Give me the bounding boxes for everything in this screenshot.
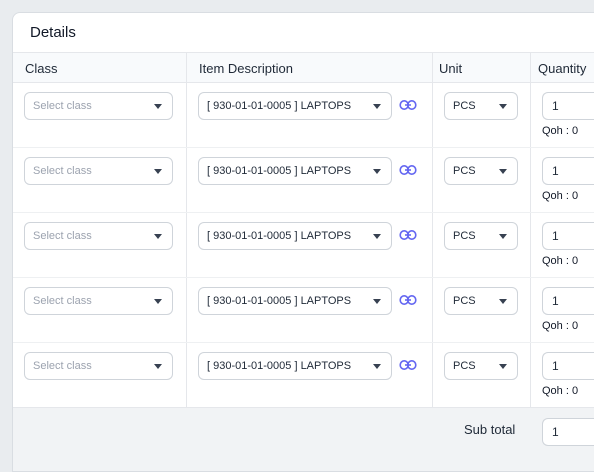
item-description-value: [ 930-01-01-0005 ] LAPTOPS: [207, 100, 352, 112]
class-select[interactable]: Select class: [24, 92, 173, 120]
caret-down-icon: [373, 233, 381, 239]
qoh-label: Qoh : 0: [542, 320, 579, 332]
quantity-value: 1: [552, 164, 559, 178]
unit-select[interactable]: PCS: [444, 352, 518, 380]
item-description-select[interactable]: [ 930-01-01-0005 ] LAPTOPS: [198, 352, 392, 380]
caret-down-icon: [154, 298, 162, 304]
class-select[interactable]: Select class: [24, 287, 173, 315]
quantity-input[interactable]: 1: [542, 287, 594, 315]
qoh-label: Qoh : 0: [542, 125, 579, 137]
class-select[interactable]: Select class: [24, 352, 173, 380]
table-row: Select class [ 930-01-01-0005 ] LAPTOPS PC…: [13, 343, 594, 408]
caret-down-icon: [154, 168, 162, 174]
caret-down-icon: [499, 233, 507, 239]
unit-select[interactable]: PCS: [444, 222, 518, 250]
caret-down-icon: [499, 363, 507, 369]
caret-down-icon: [373, 298, 381, 304]
item-description-value: [ 930-01-01-0005 ] LAPTOPS: [207, 230, 352, 242]
item-description-value: [ 930-01-01-0005 ] LAPTOPS: [207, 165, 352, 177]
subtotal-label: Sub total: [464, 422, 516, 437]
table-footer: Sub total 1: [13, 407, 594, 471]
caret-down-icon: [499, 168, 507, 174]
caret-down-icon: [154, 233, 162, 239]
item-description-value: [ 930-01-01-0005 ] LAPTOPS: [207, 295, 352, 307]
unit-value: PCS: [453, 360, 476, 372]
column-header-item-description: Item Description: [199, 60, 293, 76]
quantity-input[interactable]: 1: [542, 157, 594, 185]
unit-value: PCS: [453, 230, 476, 242]
item-description-value: [ 930-01-01-0005 ] LAPTOPS: [207, 360, 352, 372]
unit-select[interactable]: PCS: [444, 157, 518, 185]
caret-down-icon: [373, 168, 381, 174]
class-select-placeholder: Select class: [33, 230, 92, 242]
unit-select[interactable]: PCS: [444, 92, 518, 120]
qoh-label: Qoh : 0: [542, 385, 579, 397]
table-row: Select class [ 930-01-01-0005 ] LAPTOPS PC…: [13, 278, 594, 343]
caret-down-icon: [373, 363, 381, 369]
link-icon[interactable]: [399, 294, 417, 306]
item-description-select[interactable]: [ 930-01-01-0005 ] LAPTOPS: [198, 222, 392, 250]
class-select[interactable]: Select class: [24, 157, 173, 185]
quantity-value: 1: [552, 99, 559, 113]
unit-value: PCS: [453, 165, 476, 177]
column-header-class: Class: [25, 60, 58, 76]
caret-down-icon: [373, 103, 381, 109]
caret-down-icon: [154, 363, 162, 369]
caret-down-icon: [499, 298, 507, 304]
qoh-label: Qoh : 0: [542, 255, 579, 267]
class-select[interactable]: Select class: [24, 222, 173, 250]
class-select-placeholder: Select class: [33, 360, 92, 372]
unit-select[interactable]: PCS: [444, 287, 518, 315]
quantity-value: 1: [552, 229, 559, 243]
subtotal-field[interactable]: 1: [542, 418, 594, 446]
unit-value: PCS: [453, 100, 476, 112]
table-row: Select class [ 930-01-01-0005 ] LAPTOPS PC…: [13, 148, 594, 213]
qoh-label: Qoh : 0: [542, 190, 579, 202]
link-icon[interactable]: [399, 359, 417, 371]
item-description-select[interactable]: [ 930-01-01-0005 ] LAPTOPS: [198, 157, 392, 185]
class-select-placeholder: Select class: [33, 165, 92, 177]
quantity-value: 1: [552, 294, 559, 308]
column-header-quantity: Quantity: [538, 60, 587, 76]
column-header-unit: Unit: [439, 60, 463, 76]
link-icon[interactable]: [399, 99, 417, 111]
table-header: Class Item Description Unit Quantity: [13, 53, 594, 83]
table-row: Select class [ 930-01-01-0005 ] LAPTOPS PC…: [13, 83, 594, 148]
caret-down-icon: [154, 103, 162, 109]
item-description-select[interactable]: [ 930-01-01-0005 ] LAPTOPS: [198, 287, 392, 315]
quantity-value: 1: [552, 359, 559, 373]
unit-value: PCS: [453, 295, 476, 307]
table-row: Select class [ 930-01-01-0005 ] LAPTOPS PC…: [13, 213, 594, 278]
link-icon[interactable]: [399, 229, 417, 241]
link-icon[interactable]: [399, 164, 417, 176]
item-description-select[interactable]: [ 930-01-01-0005 ] LAPTOPS: [198, 92, 392, 120]
quantity-input[interactable]: 1: [542, 222, 594, 250]
class-select-placeholder: Select class: [33, 295, 92, 307]
caret-down-icon: [499, 103, 507, 109]
quantity-input[interactable]: 1: [542, 92, 594, 120]
details-card: Details Class Item Description Unit Quan…: [12, 12, 594, 472]
quantity-input[interactable]: 1: [542, 352, 594, 380]
section-title: Details: [13, 13, 594, 53]
class-select-placeholder: Select class: [33, 100, 92, 112]
subtotal-value: 1: [552, 425, 559, 439]
